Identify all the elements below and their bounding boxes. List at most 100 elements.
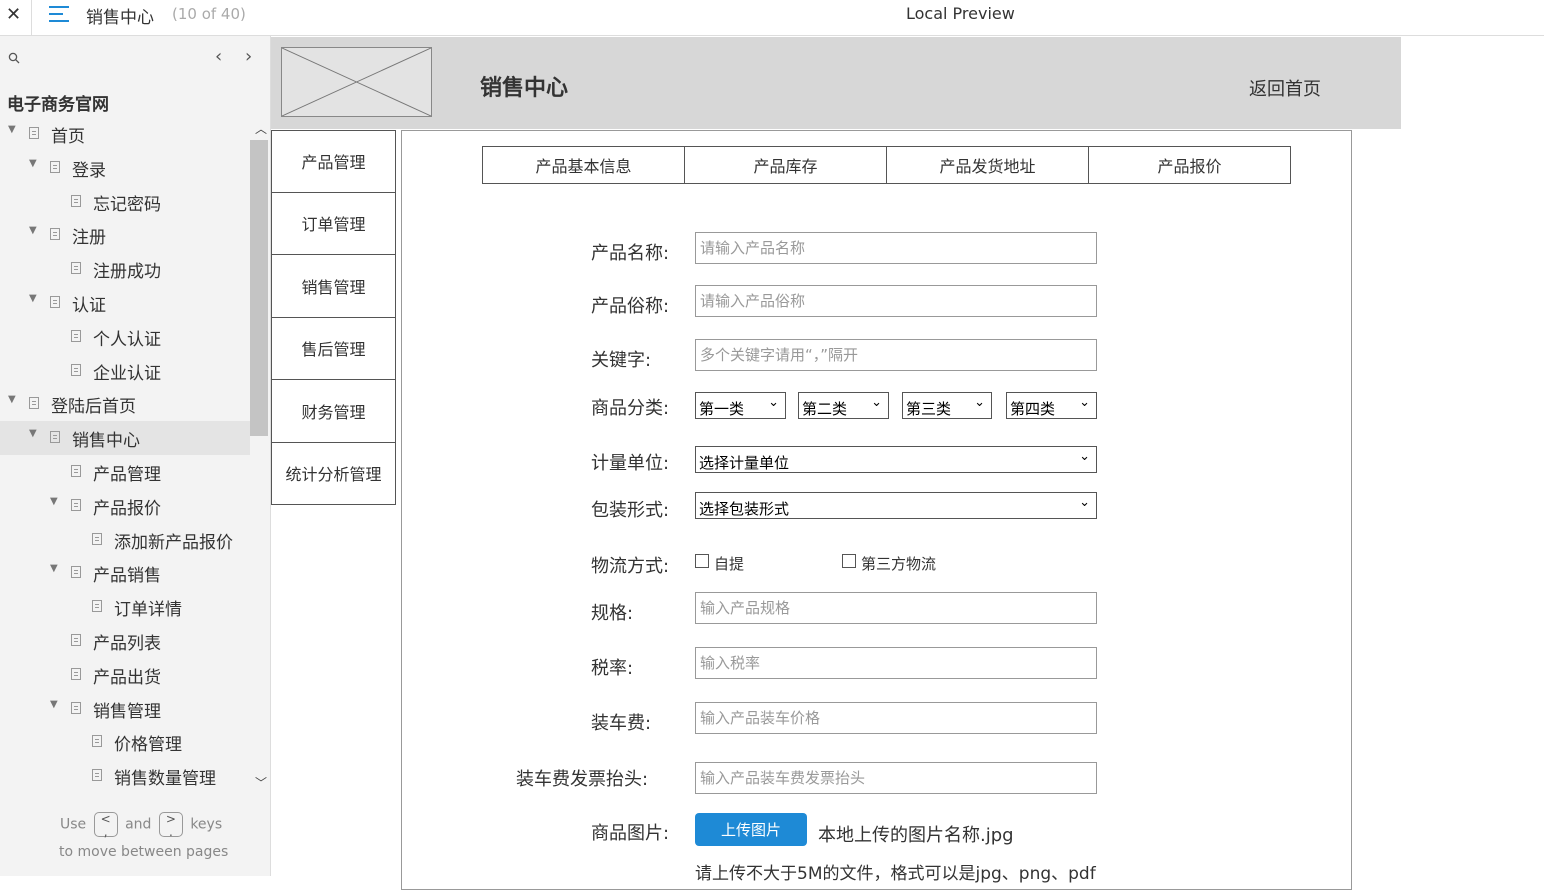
spec-input[interactable] bbox=[696, 593, 1096, 623]
product-name-input[interactable] bbox=[696, 233, 1096, 263]
expand-arrow-icon[interactable]: ▼ bbox=[29, 428, 37, 439]
third-party-logistics-checkbox[interactable] bbox=[842, 554, 856, 568]
sidebar-tree-item[interactable]: 产品出货 bbox=[0, 658, 250, 692]
page-icon bbox=[50, 295, 60, 308]
sidebar-tree-item[interactable]: ▼ 登陆后首页 bbox=[0, 387, 250, 421]
close-icon[interactable]: ✕ bbox=[6, 4, 21, 25]
home-link[interactable]: 返回首页 bbox=[1249, 75, 1321, 101]
sidebar-tree-item[interactable]: 注册成功 bbox=[0, 252, 250, 286]
tax-input[interactable] bbox=[696, 648, 1096, 678]
expand-arrow-icon[interactable]: ▼ bbox=[8, 124, 16, 135]
self-pickup-checkbox[interactable] bbox=[695, 554, 709, 568]
menu-order-management[interactable]: 订单管理 bbox=[271, 192, 396, 255]
unit-select-value: 选择计量单位 bbox=[699, 454, 790, 472]
expand-arrow-icon[interactable]: ▼ bbox=[29, 225, 37, 236]
spec-field[interactable] bbox=[695, 592, 1097, 624]
expand-arrow-icon[interactable]: ▼ bbox=[50, 496, 58, 507]
sidebar-tree-item[interactable]: ▼ 销售管理 bbox=[0, 692, 250, 726]
next-page-icon[interactable]: › bbox=[245, 46, 252, 67]
tab-shipping-address[interactable]: 产品发货地址 bbox=[887, 147, 1089, 183]
left-menu: 产品管理 订单管理 销售管理 售后管理 财务管理 统计分析管理 bbox=[271, 130, 396, 505]
site-title: 电子商务官网 bbox=[7, 95, 109, 115]
sidebar-tree-item[interactable]: 价格管理 bbox=[0, 725, 250, 759]
common-name-input[interactable] bbox=[696, 286, 1096, 316]
sidebar-tree-item[interactable]: ▼ 注册 bbox=[0, 218, 250, 252]
category-select-4[interactable]: 第四类 ⌄ bbox=[1006, 392, 1097, 419]
loading-fee-field[interactable] bbox=[695, 702, 1097, 734]
expand-arrow-icon[interactable]: ▼ bbox=[50, 563, 58, 574]
invoice-title-input[interactable] bbox=[696, 763, 1096, 793]
menu-statistics-management[interactable]: 统计分析管理 bbox=[271, 442, 396, 505]
menu-product-management[interactable]: 产品管理 bbox=[271, 130, 396, 193]
chevron-down-icon: ⌄ bbox=[974, 395, 985, 410]
page-icon bbox=[92, 600, 102, 613]
keywords-label: 关键字: bbox=[591, 350, 652, 371]
menu-finance-management[interactable]: 财务管理 bbox=[271, 380, 396, 443]
tab-basic-info[interactable]: 产品基本信息 bbox=[483, 147, 685, 183]
menu-sales-management[interactable]: 销售管理 bbox=[271, 255, 396, 318]
category-select-2-value: 第二类 bbox=[802, 400, 848, 418]
keywords-input[interactable] bbox=[696, 340, 1096, 370]
prev-key: <, bbox=[93, 812, 118, 839]
sidebar-tree-item[interactable]: 企业认证 bbox=[0, 354, 250, 388]
page-icon bbox=[71, 262, 81, 275]
sidebar-tree-item[interactable]: ▼ 销售中心 bbox=[0, 421, 250, 455]
sidebar-tree-item[interactable]: ▼ 产品报价 bbox=[0, 489, 250, 523]
chevron-down-icon: ⌄ bbox=[1079, 449, 1090, 464]
tab-quotation[interactable]: 产品报价 bbox=[1089, 147, 1290, 183]
loading-fee-input[interactable] bbox=[696, 703, 1096, 733]
tree-item-label: 产品销售 bbox=[93, 566, 161, 587]
keywords-field[interactable] bbox=[695, 339, 1097, 371]
product-name-field[interactable] bbox=[695, 232, 1097, 264]
sidebar-tree-item[interactable]: 销售数量管理 bbox=[0, 759, 250, 793]
invoice-title-field[interactable] bbox=[695, 762, 1097, 794]
common-name-field[interactable] bbox=[695, 285, 1097, 317]
package-select-value: 选择包装形式 bbox=[699, 500, 790, 518]
page-icon bbox=[50, 228, 60, 241]
sidebar-tree-item[interactable]: ▼ 产品销售 bbox=[0, 556, 250, 590]
sidebar-tree-item[interactable]: 添加新产品报价 bbox=[0, 523, 250, 557]
hint-and: and bbox=[125, 816, 152, 833]
expand-arrow-icon[interactable]: ▼ bbox=[29, 293, 37, 304]
sidebar-tree-item[interactable]: 订单详情 bbox=[0, 590, 250, 624]
tree-item-label: 产品列表 bbox=[93, 633, 161, 654]
sidebar-tree-item[interactable]: 产品列表 bbox=[0, 624, 250, 658]
divider bbox=[31, 0, 32, 36]
sidebar-tree-item[interactable]: ▼ 认证 bbox=[0, 286, 250, 320]
tree-item-label: 企业认证 bbox=[93, 363, 161, 384]
prev-page-icon[interactable]: ‹ bbox=[215, 46, 222, 67]
category-label: 商品分类: bbox=[591, 398, 670, 419]
chevron-down-icon: ⌄ bbox=[1079, 495, 1090, 510]
expand-arrow-icon[interactable]: ▼ bbox=[29, 158, 37, 169]
expand-arrow-icon[interactable]: ▼ bbox=[8, 394, 16, 405]
category-select-3[interactable]: 第三类 ⌄ bbox=[902, 392, 992, 419]
sidebar-tree-item[interactable]: 个人认证 bbox=[0, 320, 250, 354]
chevron-down-icon: ⌄ bbox=[871, 395, 882, 410]
sidebar-tree-item[interactable]: 产品管理 bbox=[0, 455, 250, 489]
unit-label: 计量单位: bbox=[591, 453, 670, 474]
menu-aftersales-management[interactable]: 售后管理 bbox=[271, 317, 396, 380]
sidebar-tree-item[interactable]: ▼ 登录 bbox=[0, 151, 250, 185]
category-select-4-value: 第四类 bbox=[1010, 400, 1056, 418]
category-select-2[interactable]: 第二类 ⌄ bbox=[798, 392, 889, 419]
upload-image-button[interactable]: 上传图片 bbox=[695, 813, 807, 846]
tax-field[interactable] bbox=[695, 647, 1097, 679]
unit-select[interactable]: 选择计量单位 ⌄ bbox=[695, 446, 1097, 473]
scrollbar-thumb[interactable] bbox=[250, 140, 268, 436]
package-select[interactable]: 选择包装形式 ⌄ bbox=[695, 492, 1097, 519]
keyboard-hint: Use <, and >. keys bbox=[60, 812, 222, 839]
category-select-1[interactable]: 第一类 ⌄ bbox=[695, 392, 786, 419]
tab-bar: 产品基本信息 产品库存 产品发货地址 产品报价 bbox=[482, 146, 1291, 184]
expand-arrow-icon[interactable]: ▼ bbox=[50, 699, 58, 710]
sidebar-tree-item[interactable]: ▼ 首页 bbox=[0, 117, 250, 151]
page-icon bbox=[92, 769, 102, 782]
sidebar-tree-item[interactable]: 忘记密码 bbox=[0, 185, 250, 219]
menu-icon[interactable] bbox=[49, 6, 69, 22]
search-icon[interactable] bbox=[8, 52, 20, 64]
tree-item-label: 价格管理 bbox=[114, 735, 182, 756]
header-title: 销售中心 bbox=[480, 76, 569, 101]
scroll-up-icon[interactable]: ︿ bbox=[255, 120, 267, 137]
scroll-down-icon[interactable]: ﹀ bbox=[255, 774, 267, 791]
tab-inventory[interactable]: 产品库存 bbox=[685, 147, 887, 183]
tree-item-label: 首页 bbox=[51, 127, 85, 147]
